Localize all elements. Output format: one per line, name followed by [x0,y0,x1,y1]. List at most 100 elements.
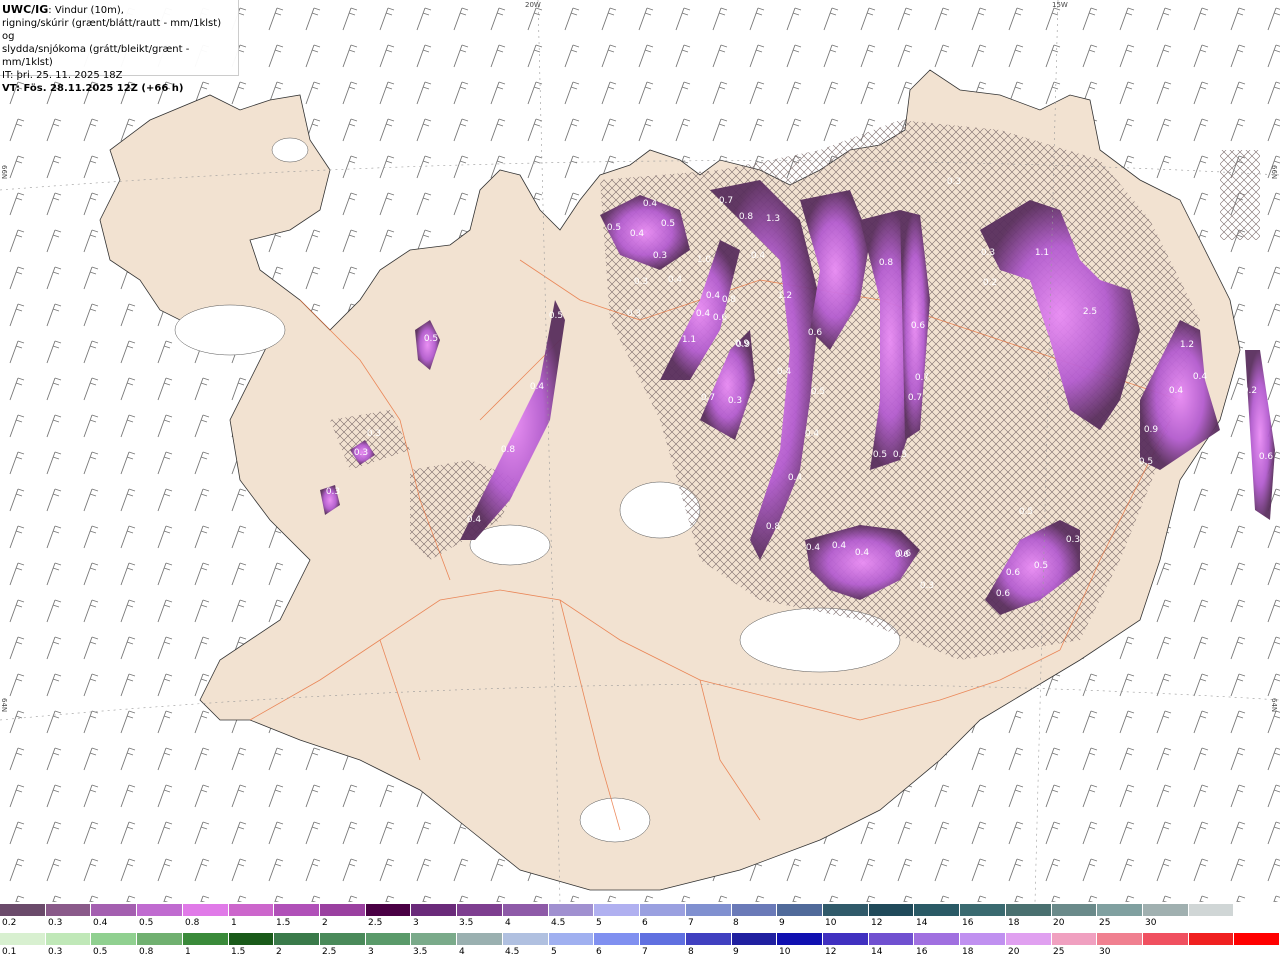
legend-tick-label: 0.8 [185,918,200,928]
legend-tick-label: 10 [779,947,791,957]
legend-swatch [685,904,732,916]
precip-value-label: 0.4 [467,515,482,525]
precip-value-label: 0.5 [1139,457,1153,467]
precip-value-label: 0.8 [739,212,754,222]
legend-rain-colorbar [0,933,1280,945]
legend-swatch [502,904,549,916]
precip-value-label: 1.3 [766,214,780,224]
legend-swatch [594,933,641,945]
legend-swatch [731,933,778,945]
precip-value-label: 0.7 [701,393,715,403]
legend-swatch [1234,933,1280,945]
legend-swatch [822,933,869,945]
legend-tick-label: 3.5 [413,947,428,957]
precip-value-label: 0.3 [920,581,934,591]
legend-snow-colorbar [0,904,1280,916]
legend-swatch [274,933,321,945]
info-line1: : Vindur (10m), [48,5,124,16]
legend-swatch [1097,904,1143,916]
brand-label: UWC/IG [2,3,49,16]
legend-swatch [1051,933,1098,945]
precip-value-label: 0.6 [1259,452,1274,462]
legend-swatch [731,904,778,916]
info-title-line: UWC/IG: Vindur (10m), [2,3,236,17]
legend-swatch [45,933,92,945]
legend-tick-label: 25 [1053,947,1065,957]
legend-tick-label: 16 [962,918,974,928]
precip-value-label: 0.4 [806,543,821,553]
precip-value-label: 0.3 [728,396,742,406]
precip-value-label: 0.4 [643,199,658,209]
legend-swatch [457,933,503,945]
legend-tick-label: 0.5 [139,918,154,928]
legend-tick-label: 4 [459,947,465,957]
precip-value-label: 0.5 [607,223,621,233]
precip-value-label: 1.2 [778,291,792,301]
legend-tick-label: 1.5 [231,947,246,957]
legend-swatch [137,904,183,916]
legend-rain-labels: 0.1 0.3 0.5 0.8 1 1.5 2 2.5 3 3.5 4 4.5 5 6 7 8 9 10 12 14 1… [0,947,1280,958]
legend-swatch [91,933,138,945]
legend-tick-label: 0.8 [139,947,154,957]
legend-swatch [1234,904,1280,916]
lon-label-15w: 15W [1052,1,1068,9]
precip-value-label: 0.7 [915,373,929,383]
legend-swatch [320,933,366,945]
legend-swatch [45,904,92,916]
precip-value-label: 0.4 [832,541,847,551]
precip-value-label: 0.7 [719,196,733,206]
precip-value-label: 0.4 [1169,386,1184,396]
precip-value-label: 0.4 [777,367,792,377]
legend-swatch [868,904,915,916]
precip-value-label: 1.1 [682,335,696,345]
legend-swatch [411,933,458,945]
precip-value-label: 0.4 [805,429,820,439]
precip-value-label: 0.3 [634,277,648,287]
legend-swatch [0,904,46,916]
precip-value-label: 1.0 [697,255,712,265]
precip-value-label: 0.5 [1019,507,1033,517]
legend-tick-label: 1 [185,947,191,957]
legend-tick-label: 3.5 [459,918,474,928]
map-info-box: UWC/IG: Vindur (10m), rigning/skúrir (gr… [0,0,239,94]
legend-tick-label: 0.3 [48,947,63,957]
precip-value-label: 0.4 [788,473,803,483]
legend-tick-label: 16 [916,947,928,957]
legend-tick-label: 18 [962,947,974,957]
legend-swatch [914,904,961,916]
legend-swatch [1005,933,1052,945]
precip-value-label: 0.6 [996,589,1011,599]
lat-label-right-66n: 66N [1270,165,1278,180]
legend-tick-label: 0.3 [48,918,63,928]
legend-tick-label: 2.5 [322,947,337,957]
legend-tick-label: 18 [1008,918,1020,928]
legend-tick-label: 9 [733,947,739,957]
precip-value-label: 0.4 [630,229,645,239]
precip-value-label: 0.4 [696,309,711,319]
precip-value-label: 0.2 [1243,386,1257,396]
glacier-drangajokull [271,137,309,163]
legend-swatch [182,933,229,945]
weather-map: 0.4 0.5 0.4 0.5 0.3 0.3 0.4 1.0 0.4 0.4 0.6 1.1 0.8 0… [0,0,1280,902]
legend-tick-label: 12 [825,947,837,957]
precip-value-label: 0.9 [1144,425,1159,435]
legend-tick-label: 25 [1099,918,1111,928]
legend-tick-label: 0.5 [93,947,108,957]
legend-tick-label: 9 [779,918,785,928]
precip-value-label: 0.4 [751,251,766,261]
legend-tick-label: 30 [1099,947,1111,957]
legend-swatch [1005,904,1052,916]
legend-tick-label: 0.1 [2,947,17,957]
legend-swatch [1142,904,1189,916]
legend-swatch [777,904,823,916]
legend-tick-label: 1.5 [276,918,291,928]
legend-tick-label: 30 [1145,918,1157,928]
precip-value-label: 0.4 [855,548,870,558]
lat-label-right-64n: 64N [1270,698,1278,713]
legend-tick-label: 14 [871,947,883,957]
lon-label-20w: 20W [525,1,541,9]
legend-swatch [1188,933,1235,945]
precip-value-label: 0.6 [808,328,823,338]
precip-value-label: 0.9 [735,339,750,349]
legend-tick-label: 5 [551,947,557,957]
